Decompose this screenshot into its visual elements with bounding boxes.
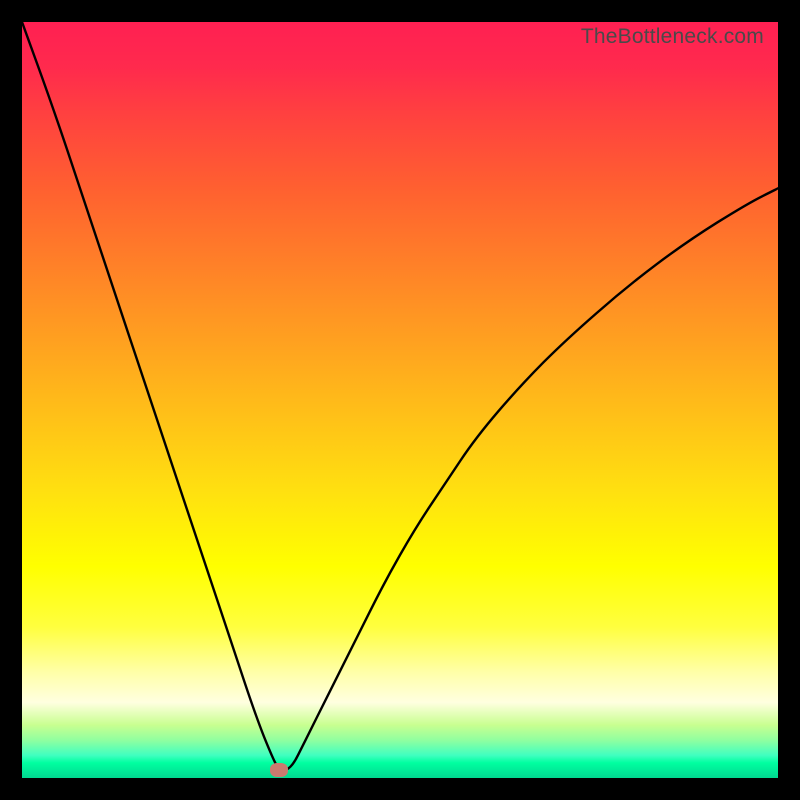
bottleneck-curve [22, 22, 778, 778]
chart-frame: TheBottleneck.com [0, 0, 800, 800]
chart-plot-area: TheBottleneck.com [22, 22, 778, 778]
minimum-marker [270, 763, 288, 777]
